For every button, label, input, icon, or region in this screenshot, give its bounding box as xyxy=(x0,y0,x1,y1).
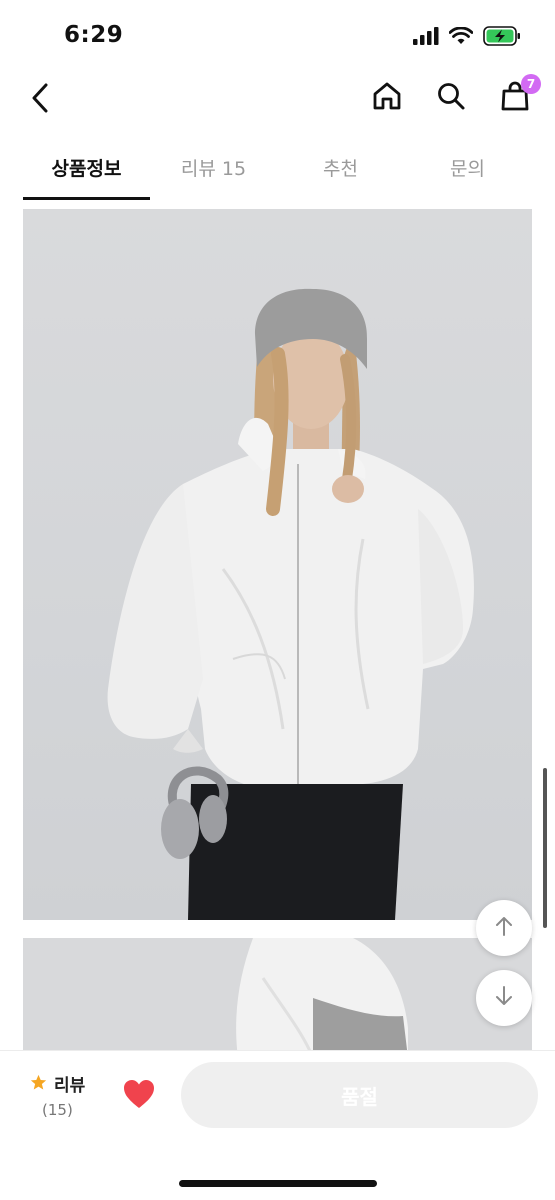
product-detail-content[interactable] xyxy=(0,200,555,1050)
status-icons xyxy=(413,26,521,50)
back-icon xyxy=(29,83,51,117)
heart-icon xyxy=(122,1080,156,1114)
home-icon xyxy=(372,81,402,115)
tab-inquiry[interactable]: 문의 xyxy=(404,134,531,200)
status-time: 6:29 xyxy=(64,22,124,48)
review-summary[interactable]: 리뷰 (15) xyxy=(30,1071,110,1125)
tab-bar: 상품정보 리뷰 15 추천 문의 xyxy=(0,134,555,200)
product-photo-closeup xyxy=(23,938,532,1050)
bottom-action-bar: 리뷰 (15) 품절 xyxy=(0,1050,555,1200)
scroll-indicator[interactable] xyxy=(543,768,547,928)
star-icon xyxy=(30,1074,47,1095)
tab-reviews[interactable]: 리뷰 15 xyxy=(150,134,277,200)
battery-charging-icon xyxy=(483,26,521,50)
cart-count-badge: 7 xyxy=(521,74,541,94)
wifi-icon xyxy=(448,26,474,49)
home-indicator xyxy=(179,1180,377,1187)
back-button[interactable] xyxy=(22,82,58,118)
search-icon xyxy=(436,81,466,115)
review-label: 리뷰 xyxy=(54,1076,86,1096)
wishlist-button[interactable] xyxy=(122,1078,158,1112)
soldout-button[interactable]: 품절 xyxy=(181,1062,538,1128)
review-count: (15) xyxy=(42,1101,73,1119)
home-button[interactable] xyxy=(367,78,407,118)
scroll-top-button[interactable] xyxy=(476,900,532,956)
cart-button[interactable]: 7 xyxy=(495,74,541,118)
search-button[interactable] xyxy=(431,78,471,118)
scroll-bottom-button[interactable] xyxy=(476,970,532,1026)
signal-icon xyxy=(413,27,439,49)
product-photo xyxy=(23,209,532,920)
tab-recommend[interactable]: 추천 xyxy=(277,134,404,200)
status-bar: 6:29 xyxy=(0,0,555,70)
arrow-up-icon xyxy=(493,915,515,941)
arrow-down-icon xyxy=(493,985,515,1011)
nav-bar: 7 xyxy=(0,70,555,134)
tab-product-info[interactable]: 상품정보 xyxy=(23,134,150,200)
